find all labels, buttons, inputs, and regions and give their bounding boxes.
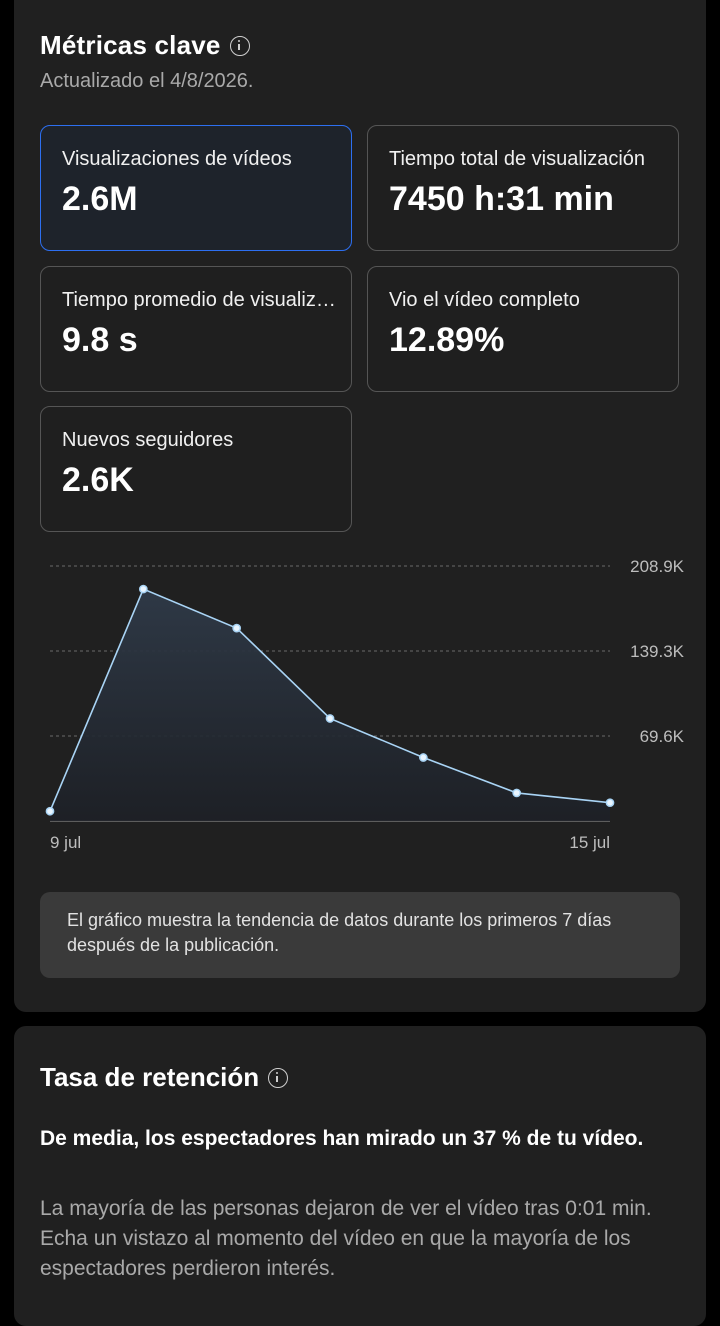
x-tick-label: 15 jul <box>569 833 610 852</box>
retention-card: Tasa de retención De media, los espectad… <box>14 1026 706 1326</box>
data-point[interactable] <box>512 788 522 798</box>
data-point[interactable] <box>325 714 335 723</box>
info-icon[interactable] <box>229 35 250 56</box>
retention-description: La mayoría de las personas dejaron de ve… <box>40 1197 652 1280</box>
key-metrics-card: Métricas clave Actualizado el 4/8/2026. … <box>14 0 706 1012</box>
updated-date: Actualizado el 4/8/2026. <box>40 70 254 92</box>
chart-note: El gráfico muestra la tendencia de datos… <box>40 892 680 978</box>
y-tick-label: 208.9K <box>630 557 685 576</box>
metric-label: Tiempo total de visualización <box>389 148 646 170</box>
retention-title: Tasa de retención <box>40 1062 260 1092</box>
metric-tile-new-followers[interactable]: Nuevos seguidores 2.6K <box>40 406 352 532</box>
y-tick-label: 139.3K <box>630 642 685 661</box>
metric-tile-video-views[interactable]: Visualizaciones de vídeos 2.6M <box>40 125 352 251</box>
retention-headline: De media, los espectadores han mirado un… <box>40 1127 644 1150</box>
data-point[interactable] <box>138 584 148 594</box>
retention-header: Tasa de retención <box>40 1062 289 1093</box>
metric-value: 2.6M <box>62 180 138 218</box>
metric-label: Visualizaciones de vídeos <box>62 148 292 170</box>
metric-tile-average-watch-time[interactable]: Tiempo promedio de visualización 9.8 s <box>40 266 352 392</box>
views-trend-chart: 208.9K 139.3K 69.6K 9 jul 15 jul <box>45 557 685 852</box>
area-fill <box>50 589 610 821</box>
data-point[interactable] <box>418 753 428 762</box>
metric-tile-watched-full-video[interactable]: Vio el vídeo completo 12.89% <box>367 266 679 392</box>
data-point[interactable] <box>605 798 615 808</box>
info-icon[interactable] <box>268 1067 289 1088</box>
metric-label: Vio el vídeo completo <box>389 289 580 311</box>
metric-label: Nuevos seguidores <box>62 429 234 451</box>
x-tick-label: 9 jul <box>50 833 81 852</box>
metric-value: 9.8 s <box>62 321 138 359</box>
metric-tile-total-watch-time[interactable]: Tiempo total de visualización 7450 h:31 … <box>367 125 679 251</box>
y-tick-label: 69.6K <box>640 727 685 746</box>
metric-value: 2.6K <box>62 461 134 499</box>
metric-value: 12.89% <box>389 321 505 359</box>
key-metrics-header: Métricas clave <box>40 30 250 61</box>
data-point[interactable] <box>45 806 55 816</box>
key-metrics-title: Métricas clave <box>40 30 221 60</box>
data-point[interactable] <box>232 623 242 633</box>
metric-label: Tiempo promedio de visualización <box>62 289 337 311</box>
metric-value: 7450 h:31 min <box>389 180 614 218</box>
